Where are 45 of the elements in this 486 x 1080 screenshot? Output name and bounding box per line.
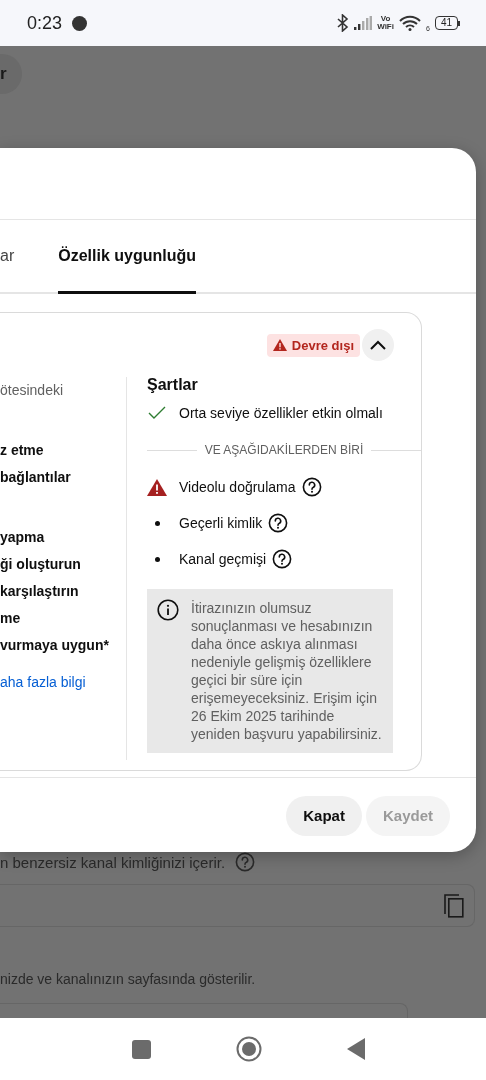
section-title: Şartlar	[147, 375, 199, 395]
feature-label: bağlantılar	[0, 468, 72, 487]
vowifi-label: Vo WiFi	[377, 15, 394, 31]
requirement-label: Kanal geçmişi	[179, 551, 267, 567]
help-icon[interactable]	[272, 549, 293, 569]
feature-label: yapma	[0, 528, 46, 547]
back-icon[interactable]	[346, 1038, 365, 1060]
collapse-button[interactable]	[362, 329, 394, 361]
warning-icon	[147, 478, 167, 496]
field-description: n benzersiz kanal kimliğinizi içerir.	[0, 853, 226, 871]
learn-more-link[interactable]: aha fazla bilgi	[0, 669, 126, 696]
home-icon[interactable]	[235, 1036, 262, 1062]
warning-icon	[272, 339, 287, 351]
clock: 0:23	[27, 12, 63, 34]
channel-id-field[interactable]	[0, 884, 475, 927]
help-icon[interactable]	[268, 513, 289, 533]
divider-label: VE AŞAĞIDAKİLERDEN BİRİ	[204, 443, 364, 457]
notification-dot-icon	[72, 15, 88, 31]
wifi-icon	[398, 15, 421, 31]
recents-icon[interactable]	[131, 1039, 151, 1059]
requirement-label: Geçerli kimlik	[179, 515, 263, 531]
bluetooth-icon	[337, 14, 350, 32]
battery-icon: 41	[434, 16, 460, 30]
tab[interactable]: Özellik uygunluğu	[58, 220, 196, 294]
info-icon	[157, 599, 179, 621]
copy-icon[interactable]	[444, 893, 464, 918]
requirement-label: Orta seviye özellikler etkin olmalı	[179, 405, 383, 421]
check-icon	[148, 406, 166, 420]
feature-label: karşılaştırın	[0, 582, 80, 601]
notice-text: İtirazınızın olumsuz sonuçlanması ve hesabınızın daha önce askıya alınması nedeniyle gelişmiş özelliklere geçici bir süre için erişemeyeceksiniz. Erişim için 26 Ekim 2025 tarihinde yeniden başvuru yapabilirsiniz.	[191, 599, 383, 743]
feature-label: ği oluşturun	[0, 555, 82, 574]
chevron-up-icon	[369, 339, 387, 351]
feature-label: ötesindeki	[0, 381, 65, 400]
help-icon[interactable]	[301, 477, 322, 497]
requirement-label: Videolu doğrulama	[179, 479, 296, 495]
status-badge: Devre dışı	[266, 333, 360, 357]
feature-label: vurmaya uygun*	[0, 636, 110, 655]
field-description: nizde ve kanalınızın sayfasında gösterilir.	[0, 971, 257, 987]
feature-label: z etme	[0, 441, 45, 460]
bullet-icon	[154, 556, 160, 562]
close-button[interactable]: Kapat	[286, 795, 362, 836]
tab[interactable]: ar	[0, 220, 15, 294]
feature-label: me	[0, 609, 22, 628]
signal-icon	[354, 16, 373, 30]
bullet-icon	[154, 520, 160, 526]
